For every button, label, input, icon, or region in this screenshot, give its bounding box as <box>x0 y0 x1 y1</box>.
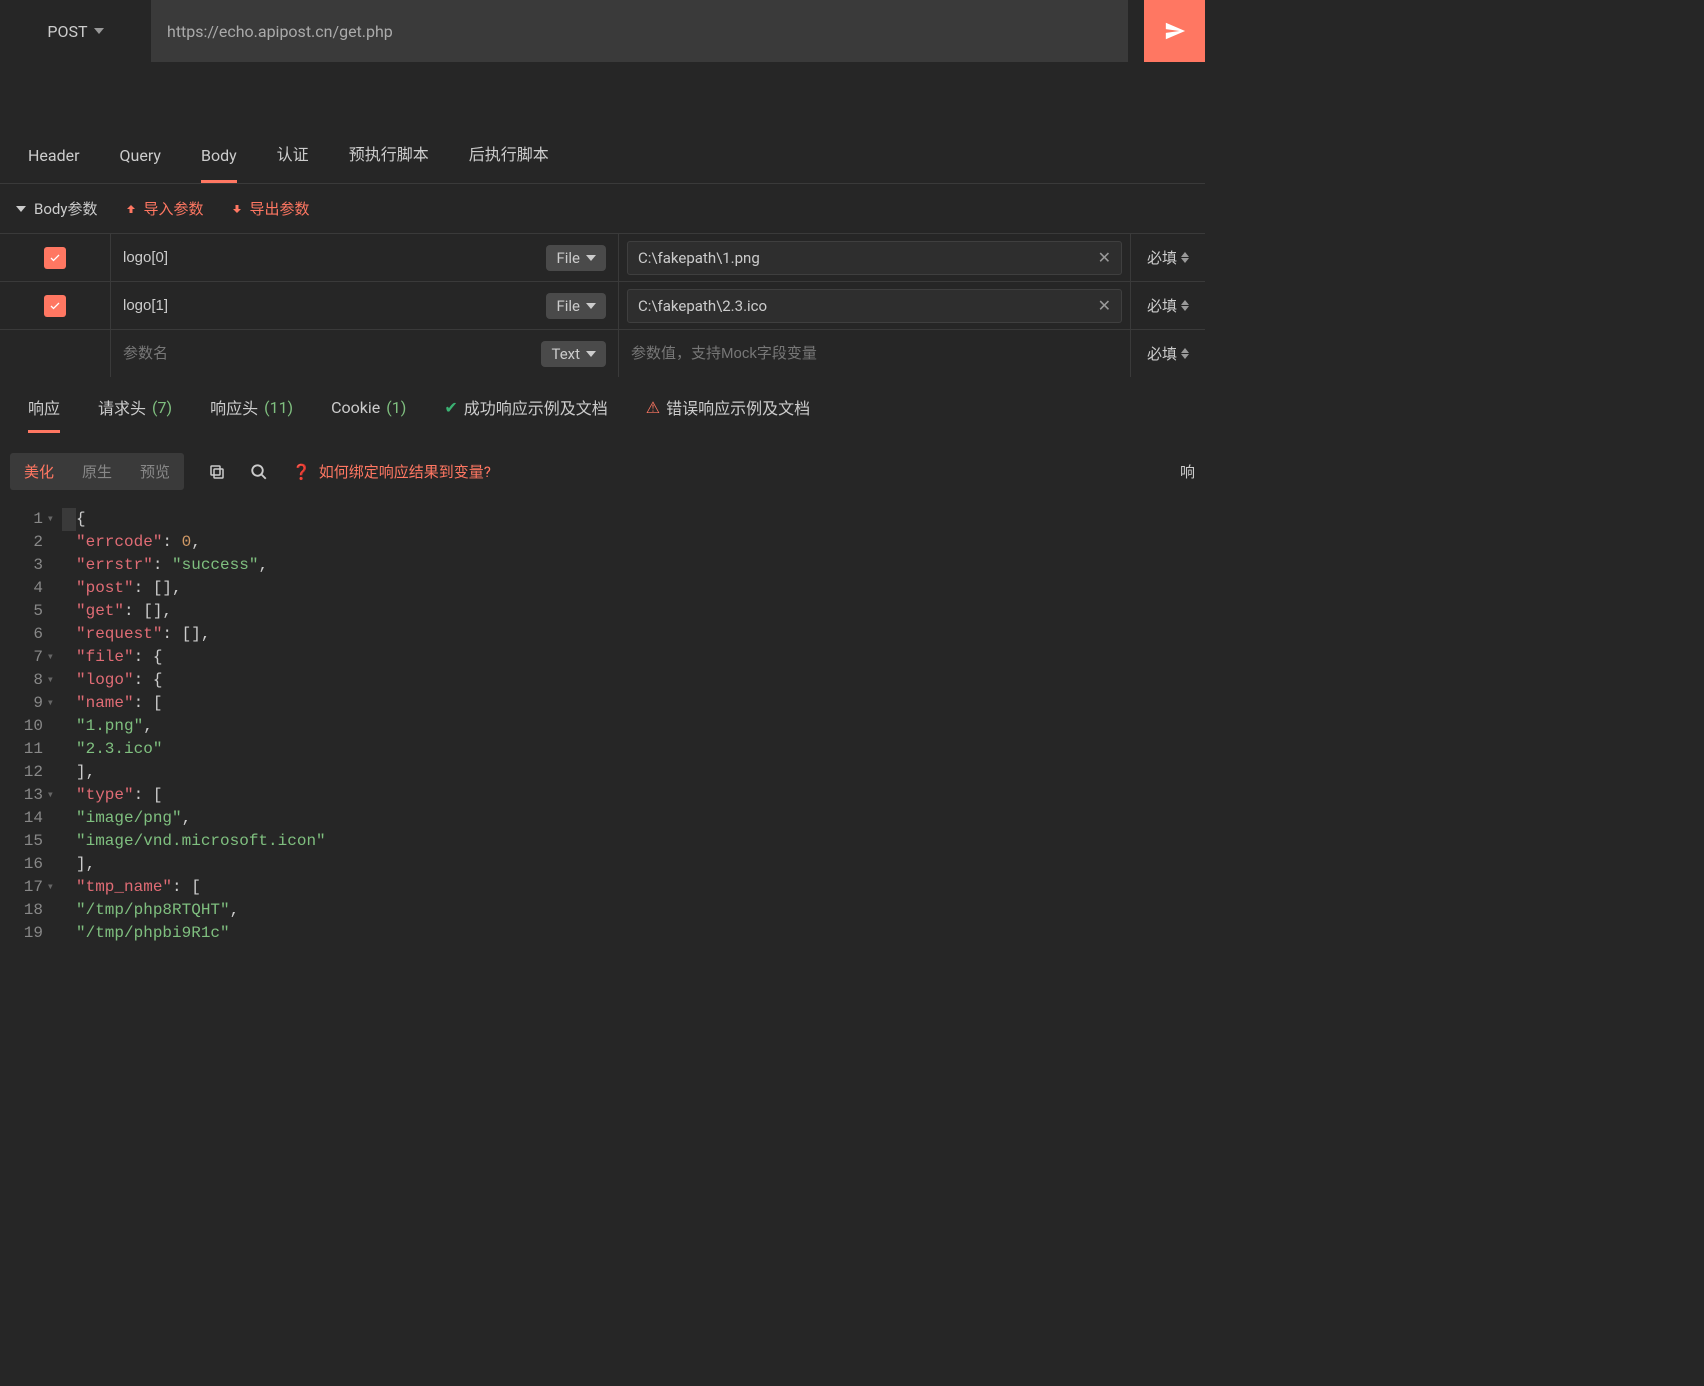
param-enabled-cell <box>0 247 110 269</box>
request-bar: POST https://echo.apipost.cn/get.php <box>0 0 1205 62</box>
clear-icon[interactable]: ✕ <box>1098 296 1111 315</box>
exclamation-circle-icon: ⚠ <box>646 398 660 417</box>
tab-error-doc[interactable]: ⚠ 错误响应示例及文档 <box>646 395 810 433</box>
tab-response-headers-label: 响应头 <box>210 395 258 419</box>
param-name-input[interactable] <box>123 345 533 362</box>
chevron-down-icon <box>16 206 26 212</box>
param-row: File C:\fakepath\1.png ✕ 必填 <box>0 233 1205 281</box>
response-tabs: 响应 请求头 (7) 响应头 (11) Cookie (1) ✔ 成功响应示例及… <box>0 377 1205 433</box>
export-params-label: 导出参数 <box>249 198 309 219</box>
export-params-button[interactable]: 导出参数 <box>231 198 309 219</box>
search-icon[interactable] <box>250 463 268 481</box>
required-select[interactable]: 必填 <box>1130 330 1205 377</box>
param-type-select[interactable]: Text <box>541 341 606 367</box>
help-bind-variable-link[interactable]: ❓ 如何绑定响应结果到变量? <box>292 461 491 482</box>
param-value-text: C:\fakepath\2.3.ico <box>638 297 767 315</box>
sort-icon <box>1181 252 1189 263</box>
param-file-value[interactable]: C:\fakepath\2.3.ico ✕ <box>627 289 1122 323</box>
tab-response-headers[interactable]: 响应头 (11) <box>210 395 293 433</box>
view-raw[interactable]: 原生 <box>68 453 126 490</box>
view-preview[interactable]: 预览 <box>126 453 184 490</box>
tab-success-doc-label: 成功响应示例及文档 <box>464 395 608 419</box>
tab-cookie[interactable]: Cookie (1) <box>331 398 406 431</box>
chevron-down-icon <box>586 351 596 357</box>
response-toolbar: 美化 原生 预览 ❓ 如何绑定响应结果到变量? 响 <box>0 443 1205 500</box>
method-select[interactable]: POST <box>0 0 151 62</box>
param-type-label: Text <box>551 345 580 363</box>
chevron-down-icon <box>94 28 104 34</box>
body-params-collapse[interactable]: Body参数 <box>16 198 97 219</box>
sort-icon <box>1181 300 1189 311</box>
body-params-header: Body参数 导入参数 导出参数 <box>0 183 1205 233</box>
tab-request-headers-count: (7) <box>152 398 172 417</box>
view-beautify[interactable]: 美化 <box>10 453 68 490</box>
param-row: File C:\fakepath\2.3.ico ✕ 必填 <box>0 281 1205 329</box>
import-params-label: 导入参数 <box>143 198 203 219</box>
tab-header[interactable]: Header <box>28 146 80 183</box>
question-circle-icon: ❓ <box>292 463 311 481</box>
editor-gutter: 1▾234567▾8▾9▾10111213▾14151617▾1819 <box>0 508 62 945</box>
url-value: https://echo.apipost.cn/get.php <box>167 22 393 41</box>
param-value-cell <box>618 330 1130 377</box>
editor-code[interactable]: { "errcode": 0, "errstr": "success", "po… <box>62 508 1205 945</box>
param-name-input[interactable] <box>123 297 538 314</box>
chevron-down-icon <box>586 303 596 309</box>
param-name-cell: Text <box>110 330 618 377</box>
request-tabs: Header Query Body 认证 预执行脚本 后执行脚本 <box>0 118 1205 183</box>
tab-response-headers-count: (11) <box>264 398 293 417</box>
tab-cookie-label: Cookie <box>331 398 380 417</box>
paper-plane-icon <box>1164 20 1186 42</box>
required-label: 必填 <box>1147 343 1177 364</box>
clear-icon[interactable]: ✕ <box>1098 248 1111 267</box>
copy-icon[interactable] <box>208 463 226 481</box>
param-enabled-checkbox[interactable] <box>44 295 66 317</box>
tab-body[interactable]: Body <box>201 146 237 183</box>
required-select[interactable]: 必填 <box>1130 282 1205 329</box>
param-name-cell: File <box>110 282 618 329</box>
tab-response[interactable]: 响应 <box>28 395 60 433</box>
tab-prescript[interactable]: 预执行脚本 <box>349 141 429 183</box>
view-segment: 美化 原生 预览 <box>10 453 184 490</box>
param-value-cell: C:\fakepath\1.png ✕ <box>618 234 1130 281</box>
tab-auth[interactable]: 认证 <box>277 141 309 183</box>
param-type-select[interactable]: File <box>546 245 606 271</box>
arrow-down-icon <box>231 203 243 215</box>
sort-icon <box>1181 348 1189 359</box>
param-name-input[interactable] <box>123 249 538 266</box>
tab-error-doc-label: 错误响应示例及文档 <box>666 395 810 419</box>
check-circle-icon: ✔ <box>444 398 457 417</box>
tab-success-doc[interactable]: ✔ 成功响应示例及文档 <box>444 395 607 433</box>
param-value-cell: C:\fakepath\2.3.ico ✕ <box>618 282 1130 329</box>
param-type-label: File <box>556 297 580 315</box>
import-params-button[interactable]: 导入参数 <box>125 198 203 219</box>
response-right-label: 响 <box>1180 461 1195 482</box>
response-editor: 1▾234567▾8▾9▾10111213▾14151617▾1819 { "e… <box>0 508 1205 945</box>
help-link-label: 如何绑定响应结果到变量? <box>319 461 491 482</box>
param-row-empty: Text 必填 <box>0 329 1205 377</box>
check-icon <box>49 252 61 264</box>
required-label: 必填 <box>1147 247 1177 268</box>
param-value-text: C:\fakepath\1.png <box>638 249 760 267</box>
param-enabled-cell <box>0 295 110 317</box>
check-icon <box>49 300 61 312</box>
send-button[interactable] <box>1144 0 1205 62</box>
required-label: 必填 <box>1147 295 1177 316</box>
body-params-title: Body参数 <box>34 198 97 219</box>
arrow-up-icon <box>125 203 137 215</box>
chevron-down-icon <box>586 255 596 261</box>
param-enabled-checkbox[interactable] <box>44 247 66 269</box>
param-file-value[interactable]: C:\fakepath\1.png ✕ <box>627 241 1122 275</box>
tab-postscript[interactable]: 后执行脚本 <box>469 141 549 183</box>
param-type-label: File <box>556 249 580 267</box>
url-input[interactable]: https://echo.apipost.cn/get.php <box>151 0 1128 62</box>
method-label: POST <box>47 22 87 41</box>
tab-cookie-count: (1) <box>386 398 406 417</box>
tab-request-headers-label: 请求头 <box>98 395 146 419</box>
param-type-select[interactable]: File <box>546 293 606 319</box>
param-name-cell: File <box>110 234 618 281</box>
param-value-input[interactable] <box>631 345 1122 362</box>
tab-query[interactable]: Query <box>120 146 161 183</box>
required-select[interactable]: 必填 <box>1130 234 1205 281</box>
tab-request-headers[interactable]: 请求头 (7) <box>98 395 172 433</box>
